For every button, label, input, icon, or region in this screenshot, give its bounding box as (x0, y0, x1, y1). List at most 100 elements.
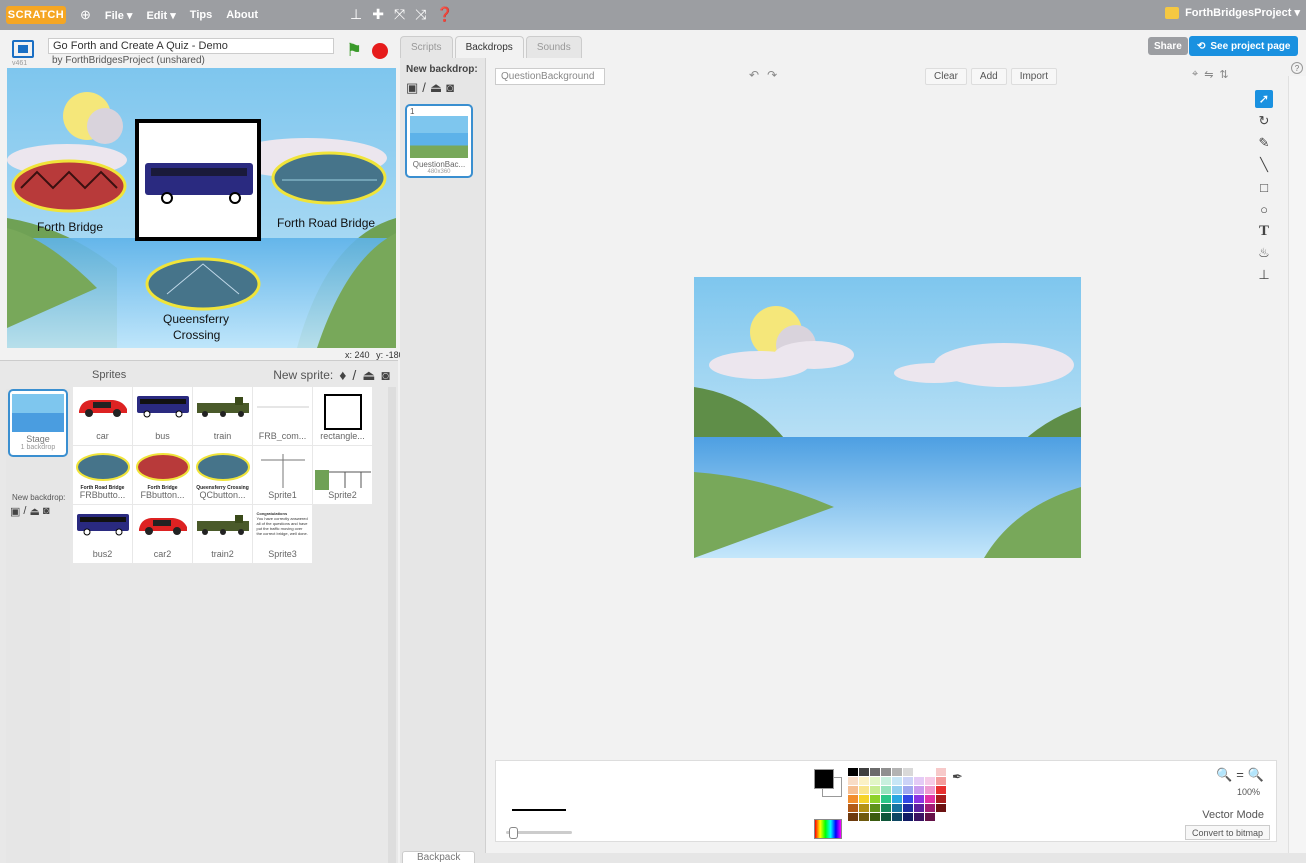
color-swatch[interactable] (881, 813, 891, 821)
color-swatch[interactable] (903, 795, 913, 803)
camera-backdrop-icon[interactable]: ◙ (43, 505, 50, 518)
scratch-logo[interactable]: SCRATCH (6, 6, 66, 24)
camera-backdrop-icon[interactable]: ◙ (446, 80, 454, 96)
flip-horizontal-icon[interactable]: ⇋ (1204, 68, 1213, 81)
color-swatch[interactable] (903, 813, 913, 821)
color-swatch[interactable] (848, 804, 858, 812)
color-swatch[interactable] (870, 786, 880, 794)
right-scrollbar[interactable] (1288, 76, 1306, 863)
color-swatch[interactable] (859, 804, 869, 812)
menu-edit[interactable]: Edit ▾ (146, 9, 175, 22)
color-swatch[interactable] (881, 777, 891, 785)
menu-file[interactable]: File ▾ (105, 9, 133, 22)
my-stuff-folder-icon[interactable] (1165, 6, 1180, 19)
sprite-car[interactable]: car (73, 387, 132, 445)
color-swatch[interactable] (870, 777, 880, 785)
sprite-frbbutto[interactable]: Forth Road Bridge FRBbutto... (73, 446, 132, 504)
color-swatch[interactable] (892, 795, 902, 803)
eyedropper-icon[interactable]: ✒ (952, 769, 963, 785)
rectangle-icon[interactable]: □ (1255, 178, 1273, 196)
zoom-in-icon[interactable]: 🔍 (1248, 767, 1264, 783)
username[interactable]: ForthBridgesProject ▾ (1185, 6, 1300, 19)
color-swatch[interactable] (914, 795, 924, 803)
sprite-fbbutton[interactable]: Forth Bridge FBbutton... (133, 446, 192, 504)
convert-to-bitmap-button[interactable]: Convert to bitmap (1184, 825, 1270, 840)
primary-color-swatch[interactable] (814, 769, 834, 789)
color-swatch[interactable] (881, 804, 891, 812)
color-swatch[interactable] (925, 804, 935, 812)
grow-icon[interactable]: ⤧ (394, 6, 405, 23)
sprite-qcbutton[interactable]: Queensferry Crossing QCbutton... (193, 446, 252, 504)
clear-button[interactable]: Clear (925, 68, 967, 85)
color-swatch[interactable] (859, 813, 869, 821)
color-swatch[interactable] (925, 795, 935, 803)
color-swatch[interactable] (892, 804, 902, 812)
text-icon[interactable]: T (1255, 222, 1273, 240)
color-swatch[interactable] (848, 795, 858, 803)
color-swatch[interactable] (881, 786, 891, 794)
sprite-train[interactable]: train (193, 387, 252, 445)
zoom-out-icon[interactable]: 🔍 (1216, 767, 1232, 783)
color-swatch[interactable] (936, 777, 946, 785)
color-swatch[interactable] (925, 786, 935, 794)
color-swatch[interactable] (903, 777, 913, 785)
menu-about[interactable]: About (226, 9, 258, 21)
upload-backdrop-icon[interactable]: ⏏ (29, 505, 39, 518)
stage-thumbnail[interactable]: Stage 1 backdrop (8, 389, 68, 457)
sprite-bus[interactable]: bus (133, 387, 192, 445)
color-swatch[interactable] (914, 804, 924, 812)
see-project-page-button[interactable]: ⟲ See project page (1189, 36, 1299, 56)
ellipse-icon[interactable]: ○ (1255, 200, 1273, 218)
color-swatch[interactable] (870, 768, 880, 776)
sprite-sprite2[interactable]: Sprite2 (313, 446, 372, 504)
upload-sprite-icon[interactable]: ⏏ (362, 367, 375, 384)
tab-scripts[interactable]: Scripts (400, 36, 453, 58)
backdrop-item[interactable]: 1 QuestionBac... 480x360 (405, 104, 473, 178)
color-swatch[interactable] (925, 777, 935, 785)
green-flag-icon[interactable]: ⚑ (346, 41, 362, 59)
undo-icon[interactable]: ↶ (749, 68, 759, 82)
pencil-icon[interactable]: ✎ (1255, 134, 1273, 152)
backdrop-library-icon[interactable]: ▣ (406, 80, 418, 96)
color-swatch[interactable] (848, 777, 858, 785)
help-icon[interactable]: ? (1291, 62, 1303, 74)
sprite-rectangle[interactable]: rectangle... (313, 387, 372, 445)
sprite-library-icon[interactable]: ♦ (339, 367, 346, 383)
set-center-icon[interactable]: ⌖ (1192, 68, 1198, 81)
color-swatch[interactable] (881, 795, 891, 803)
costume-name-input[interactable]: QuestionBackground (495, 68, 605, 85)
color-swatch[interactable] (848, 813, 858, 821)
delete-icon[interactable]: ✚ (372, 6, 384, 23)
color-swatch[interactable] (870, 795, 880, 803)
color-swatch[interactable] (859, 795, 869, 803)
forth-bridge-button[interactable] (11, 159, 127, 213)
tab-sounds[interactable]: Sounds (525, 36, 582, 58)
paint-new-sprite-icon[interactable]: / (352, 367, 356, 383)
color-swatch[interactable] (914, 768, 924, 776)
share-button[interactable]: Share (1148, 37, 1188, 55)
presentation-mode-button[interactable] (12, 40, 34, 58)
backpack-tab[interactable]: Backpack (402, 851, 476, 863)
sprite-sprite1[interactable]: Sprite1 (253, 446, 312, 504)
shrink-icon[interactable]: ⤨ (415, 6, 426, 23)
stroke-width-slider[interactable] (506, 827, 572, 839)
color-swatch[interactable] (936, 795, 946, 803)
color-swatch[interactable] (936, 804, 946, 812)
color-swatch[interactable] (936, 786, 946, 794)
language-globe-icon[interactable]: ⊕ (80, 7, 91, 23)
color-swatch[interactable] (925, 813, 935, 821)
select-icon[interactable]: ➚ (1255, 90, 1273, 108)
bus-sprite[interactable] (145, 163, 253, 195)
redo-icon[interactable]: ↷ (767, 68, 777, 82)
color-swatch[interactable] (903, 768, 913, 776)
sprite-car2[interactable]: car2 (133, 505, 192, 563)
fill-icon[interactable]: ♨ (1255, 244, 1273, 262)
color-swatch[interactable] (848, 768, 858, 776)
color-swatch[interactable] (914, 786, 924, 794)
tab-backdrops[interactable]: Backdrops (454, 36, 524, 58)
stage-canvas[interactable]: Forth Bridge Forth Road Bridge Queensfer… (7, 68, 396, 348)
help-icon[interactable]: ❓ (436, 6, 453, 23)
sprite-bus2[interactable]: bus2 (73, 505, 132, 563)
color-swatch[interactable] (903, 804, 913, 812)
sprite-frb-com[interactable]: FRB_com... (253, 387, 312, 445)
